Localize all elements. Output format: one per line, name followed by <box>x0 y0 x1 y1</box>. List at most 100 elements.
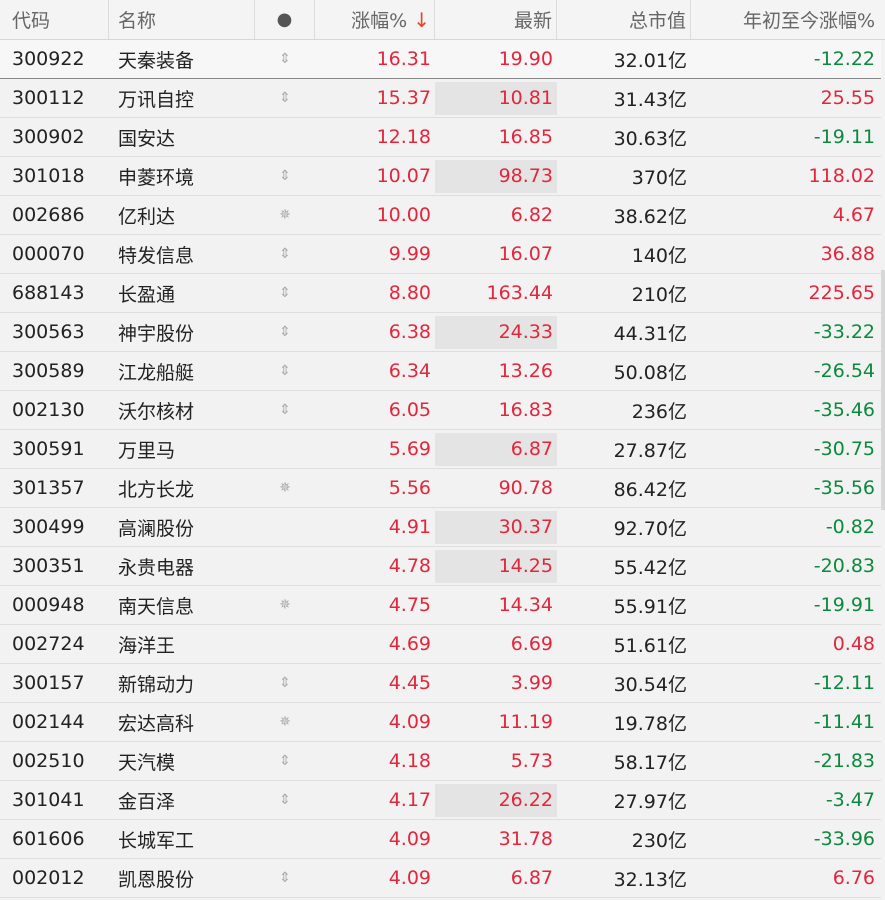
column-header-change[interactable]: 涨幅% ↓ <box>315 0 435 39</box>
ytd-change: -12.11 <box>813 672 875 694</box>
stock-name: 万讯自控 <box>118 88 195 111</box>
stock-name: 宏达高科 <box>118 712 195 735</box>
stock-code: 000070 <box>12 243 85 265</box>
table-row[interactable]: 002510 天汽模 ⇕ 4.18 5.73 58.17亿 -21.83 <box>0 742 885 781</box>
table-row[interactable]: 601606 长城军工 4.09 31.78 230亿 -33.96 <box>0 820 885 859</box>
up-down-arrow-icon: ⇕ <box>279 286 291 300</box>
stock-code: 300922 <box>12 48 85 70</box>
table-row[interactable]: 000948 南天信息 ✵ 4.75 14.34 55.91亿 -19.91 <box>0 586 885 625</box>
up-down-arrow-icon: ⇕ <box>279 871 291 885</box>
sparkle-icon: ✵ <box>279 715 291 729</box>
market-cap: 51.61亿 <box>613 634 687 657</box>
ytd-change: -35.56 <box>813 477 875 499</box>
stock-code: 688143 <box>12 282 85 304</box>
table-row[interactable]: 300157 新锦动力 ⇕ 4.45 3.99 30.54亿 -12.11 <box>0 664 885 703</box>
stock-code: 002144 <box>12 711 85 733</box>
table-row[interactable]: 300589 江龙船艇 ⇕ 6.34 13.26 50.08亿 -26.54 <box>0 352 885 391</box>
stock-name: 亿利达 <box>118 205 176 228</box>
table-row[interactable]: 002012 凯恩股份 ⇕ 4.09 6.87 32.13亿 6.76 <box>0 859 885 898</box>
change-percent: 4.69 <box>388 633 431 655</box>
ytd-change: 25.55 <box>820 87 875 109</box>
last-price: 16.85 <box>498 125 553 148</box>
ytd-change: -12.22 <box>813 48 875 70</box>
ytd-change: -33.96 <box>813 828 875 850</box>
up-down-arrow-icon: ⇕ <box>279 52 291 66</box>
table-row[interactable]: 002144 宏达高科 ✵ 4.09 11.19 19.78亿 -11.41 <box>0 703 885 742</box>
stock-name: 特发信息 <box>118 244 195 267</box>
table-row[interactable]: 300499 高澜股份 4.91 30.37 92.70亿 -0.82 <box>0 508 885 547</box>
market-cap: 19.78亿 <box>613 712 687 735</box>
stock-code: 301018 <box>12 165 85 187</box>
stock-name: 天秦装备 <box>118 49 195 72</box>
table-row[interactable]: 300591 万里马 5.69 6.87 27.87亿 -30.75 <box>0 430 885 469</box>
change-percent: 4.18 <box>388 750 431 772</box>
column-header-name[interactable]: 名称 <box>109 0 255 39</box>
column-header-last[interactable]: 最新 <box>435 0 557 39</box>
table-row[interactable]: 002724 海洋王 4.69 6.69 51.61亿 0.48 <box>0 625 885 664</box>
last-price: 31.78 <box>498 827 553 850</box>
last-price: 16.83 <box>498 398 553 421</box>
stock-code: 300499 <box>12 516 85 538</box>
stock-name: 天汽模 <box>118 751 176 774</box>
change-percent: 4.45 <box>388 672 431 694</box>
table-row[interactable]: 301018 申菱环境 ⇕ 10.07 98.73 370亿 118.02 <box>0 157 885 196</box>
column-header-flag-dot-icon[interactable]: ● <box>255 0 315 39</box>
ytd-change: 6.76 <box>832 867 875 889</box>
market-cap: 27.87亿 <box>613 439 687 462</box>
stock-name: 高澜股份 <box>118 517 195 540</box>
last-price: 30.37 <box>435 510 557 544</box>
change-percent: 10.00 <box>376 204 431 226</box>
change-percent: 16.31 <box>376 48 431 70</box>
market-cap: 210亿 <box>631 283 687 306</box>
stock-name: 沃尔核材 <box>118 400 195 423</box>
last-price: 163.44 <box>486 281 553 304</box>
stock-code: 601606 <box>12 828 85 850</box>
table-row[interactable]: 300902 国安达 12.18 16.85 30.63亿 -19.11 <box>0 118 885 157</box>
stock-name: 北方长龙 <box>118 478 195 501</box>
up-down-arrow-icon: ⇕ <box>279 403 291 417</box>
ytd-change: 0.48 <box>832 633 875 655</box>
column-header-market-cap[interactable]: 总市值 <box>557 0 691 39</box>
table-row[interactable]: 002130 沃尔核材 ⇕ 6.05 16.83 236亿 -35.46 <box>0 391 885 430</box>
last-price: 98.73 <box>435 159 557 193</box>
stock-code: 300351 <box>12 555 85 577</box>
sparkle-icon: ✵ <box>279 598 291 612</box>
column-header-ytd[interactable]: 年初至今涨幅% <box>691 0 885 39</box>
market-cap: 55.42亿 <box>613 556 687 579</box>
sparkle-icon: ✵ <box>279 481 291 495</box>
stock-name: 海洋王 <box>118 634 176 657</box>
column-header-code[interactable]: 代码 <box>0 0 109 39</box>
table-row[interactable]: 300112 万讯自控 ⇕ 15.37 10.81 31.43亿 25.55 <box>0 79 885 118</box>
stock-name: 金百泽 <box>118 790 176 813</box>
change-percent: 4.09 <box>388 828 431 850</box>
market-cap: 55.91亿 <box>613 595 687 618</box>
ytd-change: -35.46 <box>813 399 875 421</box>
last-price: 6.87 <box>435 432 557 466</box>
stock-name: 新锦动力 <box>118 673 195 696</box>
table-body: 300922 天秦装备 ⇕ 16.31 19.90 32.01亿 -12.22 300112 万… <box>0 40 885 898</box>
table-row[interactable]: 000070 特发信息 ⇕ 9.99 16.07 140亿 36.88 <box>0 235 885 274</box>
market-cap: 140亿 <box>631 244 687 267</box>
stock-name: 江龙船艇 <box>118 361 195 384</box>
table-row[interactable]: 301041 金百泽 ⇕ 4.17 26.22 27.97亿 -3.47 <box>0 781 885 820</box>
market-cap: 50.08亿 <box>613 361 687 384</box>
table-row[interactable]: 300563 神宇股份 ⇕ 6.38 24.33 44.31亿 -33.22 <box>0 313 885 352</box>
last-price: 13.26 <box>498 359 553 382</box>
ytd-change: -11.41 <box>813 711 875 733</box>
stock-code: 300157 <box>12 672 85 694</box>
last-price: 6.87 <box>510 866 553 889</box>
change-percent: 4.09 <box>388 867 431 889</box>
change-percent: 15.37 <box>376 87 431 109</box>
stock-name: 国安达 <box>118 127 176 150</box>
stock-code: 002686 <box>12 204 85 226</box>
table-row[interactable]: 002686 亿利达 ✵ 10.00 6.82 38.62亿 4.67 <box>0 196 885 235</box>
last-price: 3.99 <box>510 671 553 694</box>
table-row[interactable]: 300922 天秦装备 ⇕ 16.31 19.90 32.01亿 -12.22 <box>0 40 885 79</box>
last-price: 90.78 <box>498 476 553 499</box>
table-row[interactable]: 688143 长盈通 ⇕ 8.80 163.44 210亿 225.65 <box>0 274 885 313</box>
table-row[interactable]: 301357 北方长龙 ✵ 5.56 90.78 86.42亿 -35.56 <box>0 469 885 508</box>
ytd-change: -20.83 <box>813 555 875 577</box>
table-row[interactable]: 300351 永贵电器 4.78 14.25 55.42亿 -20.83 <box>0 547 885 586</box>
up-down-arrow-icon: ⇕ <box>279 754 291 768</box>
scrollbar-thumb[interactable] <box>881 270 885 510</box>
